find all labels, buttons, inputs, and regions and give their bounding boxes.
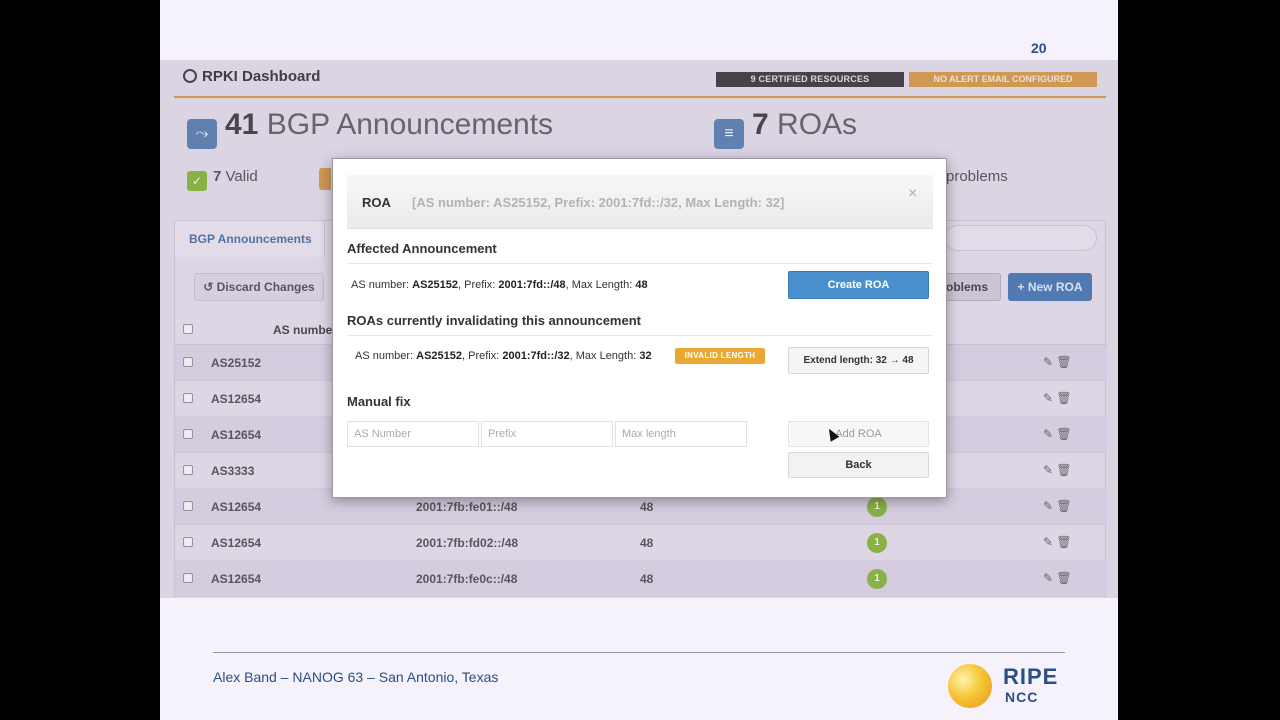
prefix-value: 2001:7fd::/32 [502, 350, 570, 362]
label: AS number: [355, 350, 417, 362]
as-value: AS25152 [412, 279, 459, 291]
manual-fix-title: Manual fix [347, 394, 411, 409]
modal-header: ROA [AS number: AS25152, Prefix: 2001:7f… [347, 175, 933, 229]
create-roa-button[interactable]: Create ROA [788, 271, 929, 299]
extend-length-button[interactable]: Extend length: 32 → 48 [788, 347, 929, 374]
footer-text: Alex Band – NANOG 63 – San Antonio, Texa… [213, 669, 499, 685]
label: , Prefix: [462, 350, 503, 362]
invalidating-roa-text: AS number: AS25152, Prefix: 2001:7fd::/3… [355, 350, 652, 362]
page-number: 20 [1031, 40, 1047, 56]
label: AS number: [351, 279, 413, 291]
ripe-ncc-logo-icon [948, 664, 992, 708]
close-icon[interactable]: × [908, 185, 917, 203]
presentation-slide: 20 RPKI Dashboard 9 CERTIFIED RESOURCES … [160, 0, 1118, 720]
modal-subtitle: [AS number: AS25152, Prefix: 2001:7fd::/… [412, 195, 785, 210]
affected-announcement-title: Affected Announcement [347, 241, 497, 256]
label: , Prefix: [458, 279, 499, 291]
add-roa-button[interactable]: Add ROA [788, 421, 929, 447]
divider [347, 335, 933, 336]
label: , Max Length: [565, 279, 636, 291]
modal-title: ROA [362, 195, 391, 210]
back-button[interactable]: Back [788, 452, 929, 478]
logo-ripe-text: RIPE [1003, 664, 1059, 689]
footer-divider [213, 652, 1065, 653]
label: , Max Length: [569, 350, 640, 362]
prefix-input[interactable] [481, 421, 613, 447]
max-length-value: 48 [635, 279, 648, 291]
max-length-input[interactable] [615, 421, 747, 447]
invalidating-roas-title: ROAs currently invalidating this announc… [347, 313, 641, 328]
divider [347, 263, 933, 264]
roa-modal: ROA [AS number: AS25152, Prefix: 2001:7f… [332, 158, 947, 498]
invalid-length-badge: INVALID LENGTH [675, 348, 765, 364]
as-value: AS25152 [416, 350, 463, 362]
affected-announcement-text: AS number: AS25152, Prefix: 2001:7fd::/4… [351, 279, 648, 291]
max-length-value: 32 [639, 350, 652, 362]
logo-ncc-text: NCC [1005, 689, 1039, 705]
prefix-value: 2001:7fd::/48 [498, 279, 566, 291]
as-number-input[interactable] [347, 421, 479, 447]
